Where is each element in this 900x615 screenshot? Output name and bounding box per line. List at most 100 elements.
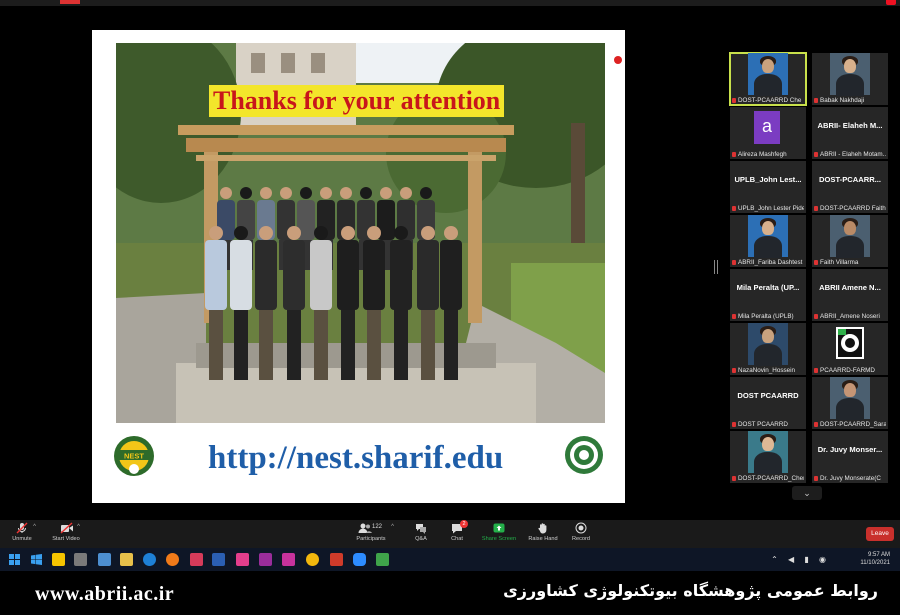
close-icon[interactable] (886, 0, 896, 5)
mic-muted-icon (814, 152, 818, 157)
participant-name: ABRII - Elaheh Motam... (820, 151, 886, 158)
mic-muted-icon (732, 206, 736, 211)
participant-tile[interactable]: DOST-PCAARRD_Sara (812, 377, 888, 429)
record-button[interactable]: Record (568, 522, 594, 542)
recording-indicator (60, 0, 80, 4)
mic-muted-icon (732, 260, 736, 265)
participant-tile[interactable]: a Alireza Mashfegh (730, 107, 806, 159)
taskbar-app-icon[interactable] (98, 553, 111, 566)
participant-name-label: DOST-PCAARRD_Cher (732, 475, 804, 482)
participant-video (748, 53, 788, 96)
participants-button[interactable]: 122 ^ Participants (352, 522, 394, 542)
participant-tile[interactable]: ABRII_Fariba Dashtest (730, 215, 806, 267)
participant-display-name: DOST-PCAARR... (818, 175, 882, 184)
mic-muted-icon (732, 368, 736, 373)
system-tray-icons[interactable]: ⌃ ◀ ▮ ◉ (771, 555, 830, 564)
sticky-notes-icon[interactable] (52, 553, 65, 566)
mic-muted-icon (732, 314, 736, 319)
participants-label: Participants (356, 536, 386, 542)
participant-display-name: Dr. Juvy Monser... (817, 445, 883, 454)
qa-icon (415, 522, 427, 534)
participant-name-label: Mila Peralta (UPLB) (732, 313, 804, 320)
google-drive-icon[interactable] (376, 553, 389, 566)
participant-name-label: UPLB_John Lester Pide (732, 205, 804, 212)
windows-start-icon[interactable] (8, 553, 21, 566)
raise-hand-button[interactable]: Raise Hand (526, 522, 560, 542)
system-clock[interactable]: 9:57 AM 11/10/2021 (860, 551, 890, 567)
participant-tile[interactable]: DOST-PCAARRD Che (729, 52, 807, 106)
windows-taskbar: ⌃ ◀ ▮ ◉ 9:57 AM 11/10/2021 (0, 548, 900, 571)
chat-icon: 2 (451, 520, 468, 534)
taskbar-app-icon[interactable] (259, 553, 272, 566)
participant-name-label: Faith Villarma (814, 259, 886, 266)
participant-tile[interactable]: NazaNovin_Hossein (730, 323, 806, 375)
chat-button[interactable]: 2 Chat (446, 520, 468, 542)
participant-name: Dr. Juvy Monserate(C (820, 475, 881, 482)
participant-tile[interactable]: ABRII- Elaheh M... ABRII - Elaheh Motam..… (812, 107, 888, 159)
file-explorer-icon[interactable] (120, 553, 133, 566)
gallery-resize-handle[interactable] (714, 260, 718, 274)
chrome-icon[interactable] (306, 553, 319, 566)
outlook-icon[interactable] (212, 553, 225, 566)
participant-name-label: DOST-PCAARRD_Sara (814, 421, 886, 428)
raise-hand-label: Raise Hand (528, 536, 558, 542)
participant-video (830, 377, 870, 420)
caption-band: www.abrii.ac.ir روابط عمومی پژوهشگاه بیو… (0, 571, 900, 615)
participant-name: ABRII_Fariba Dashtest (738, 259, 803, 266)
participant-tile[interactable]: UPLB_John Lest... UPLB_John Lester Pide (730, 161, 806, 213)
record-icon (575, 522, 587, 534)
participant-video (748, 323, 788, 366)
mic-muted-icon (814, 260, 818, 265)
participant-name: Faith Villarma (820, 259, 859, 266)
unmute-button[interactable]: ^ Unmute (8, 522, 36, 542)
share-screen-button[interactable]: Share Screen (480, 522, 518, 542)
powerpoint-icon[interactable] (330, 553, 343, 566)
participant-tile[interactable]: Faith Villarma (812, 215, 888, 267)
participant-display-name: DOST PCAARRD (737, 391, 799, 400)
participant-video (748, 215, 788, 258)
participant-tile[interactable]: ABRII Amene N... ABRII_Amene Noseri (812, 269, 888, 321)
start-video-button[interactable]: ^ Start Video (48, 522, 84, 542)
participant-name: ABRII_Amene Noseri (820, 313, 880, 320)
organization-logo (836, 327, 864, 359)
participant-tile[interactable]: PCAARRD-FARMD (812, 323, 888, 375)
taskbar-app-icon[interactable] (282, 553, 295, 566)
firefox-icon[interactable] (166, 553, 179, 566)
share-screen-icon (493, 522, 505, 534)
qa-button[interactable]: Q&A (410, 522, 432, 542)
slide-url: http://nest.sharif.edu (208, 440, 504, 476)
participants-icon: 122 ^ (358, 522, 394, 534)
chevron-down-icon[interactable]: ⌄ (792, 486, 822, 500)
participant-tile[interactable]: Mila Peralta (UP... Mila Peralta (UPLB) (730, 269, 806, 321)
taskbar-app-icon[interactable] (190, 553, 203, 566)
zoom-window: Thanks for your attention NEST http://ne… (0, 0, 900, 548)
unmute-options-caret-icon[interactable]: ^ (33, 524, 36, 530)
participant-tile[interactable]: DOST-PCAARRD_Cher (730, 431, 806, 483)
participants-count: 122 (372, 524, 383, 530)
participant-name: DOST-PCAARRD Che (738, 97, 802, 104)
mic-muted-icon (732, 476, 736, 481)
participant-tile[interactable]: DOST-PCAARR... DOST-PCAARRD Faith (812, 161, 888, 213)
participant-tile[interactable]: Dr. Juvy Monser... Dr. Juvy Monserate(C (812, 431, 888, 483)
clock-date: 11/10/2021 (860, 560, 890, 566)
taskbar-app-icon[interactable] (236, 553, 249, 566)
participant-name-label: DOST-PCAARRD Che (732, 97, 804, 104)
participant-tile[interactable]: Babak Nakhdaji (812, 53, 888, 105)
internet-explorer-icon[interactable] (143, 553, 156, 566)
participant-tile[interactable]: DOST PCAARRD DOST PCAARRD (730, 377, 806, 429)
mic-muted-icon (732, 422, 736, 427)
mic-muted-icon (814, 476, 818, 481)
participant-name-label: NazaNovin_Hossein (732, 367, 804, 374)
taskbar-app-icon[interactable] (74, 553, 87, 566)
windows-logo-icon[interactable] (30, 553, 43, 566)
participants-options-caret-icon[interactable]: ^ (391, 524, 394, 530)
zoom-icon[interactable] (353, 553, 366, 566)
unmute-label: Unmute (12, 536, 32, 542)
participant-name: Mila Peralta (UPLB) (738, 313, 794, 320)
video-options-caret-icon[interactable]: ^ (77, 524, 80, 530)
video-off-icon: ^ (60, 522, 80, 534)
participant-display-name: ABRII Amene N... (819, 283, 881, 292)
participant-name-label: ABRII_Fariba Dashtest (732, 259, 804, 266)
leave-button[interactable]: Leave (866, 527, 894, 541)
nest-logo: NEST (112, 434, 156, 478)
